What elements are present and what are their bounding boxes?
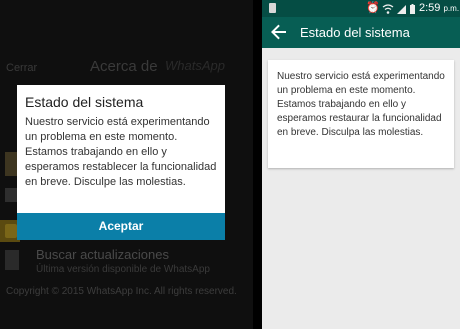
notification-icon [269, 3, 276, 13]
arrow-back-icon [271, 24, 286, 40]
system-status-screen: ⏰ 2:59 p.m. Estado del sistema Nuestro s… [262, 0, 460, 329]
app-icon [5, 152, 17, 176]
dialog-message: Nuestro servicio está experimentando un … [25, 116, 217, 188]
check-icon [5, 224, 17, 238]
system-status-dialog: Estado del sistema Nuestro servicio está… [17, 85, 225, 240]
status-card: Nuestro servicio está experimentando un … [268, 60, 454, 168]
status-bar: ⏰ 2:59 p.m. [262, 0, 460, 17]
check-updates-subtitle: Última versión disponible de WhatsApp [36, 264, 210, 275]
status-message: Nuestro servicio está experimentando un … [277, 71, 445, 138]
close-link: Cerrar [6, 62, 38, 74]
dialog-title: Estado del sistema [25, 94, 144, 110]
about-title: Acerca de [90, 58, 158, 75]
back-button[interactable] [267, 20, 291, 44]
status-icons [382, 4, 415, 14]
battery-icon [410, 5, 415, 14]
accept-button[interactable]: Aceptar [17, 213, 225, 240]
update-icon [5, 250, 19, 270]
alarm-icon: ⏰ [366, 2, 380, 14]
signal-icon [397, 5, 406, 14]
clock: 2:59 p.m. [419, 2, 460, 14]
copyright-text: Copyright © 2015 WhatsApp Inc. All right… [6, 286, 237, 297]
wifi-icon [382, 4, 394, 14]
check-updates-title: Buscar actualizaciones [36, 247, 169, 262]
whatsapp-logo: WhatsApp [165, 58, 225, 73]
page-title: Estado del sistema [300, 25, 410, 40]
toolbar: Estado del sistema [262, 17, 460, 48]
about-screen-left: Cerrar Acerca de WhatsApp Buscar actuali… [0, 0, 253, 329]
info-icon [5, 188, 17, 202]
